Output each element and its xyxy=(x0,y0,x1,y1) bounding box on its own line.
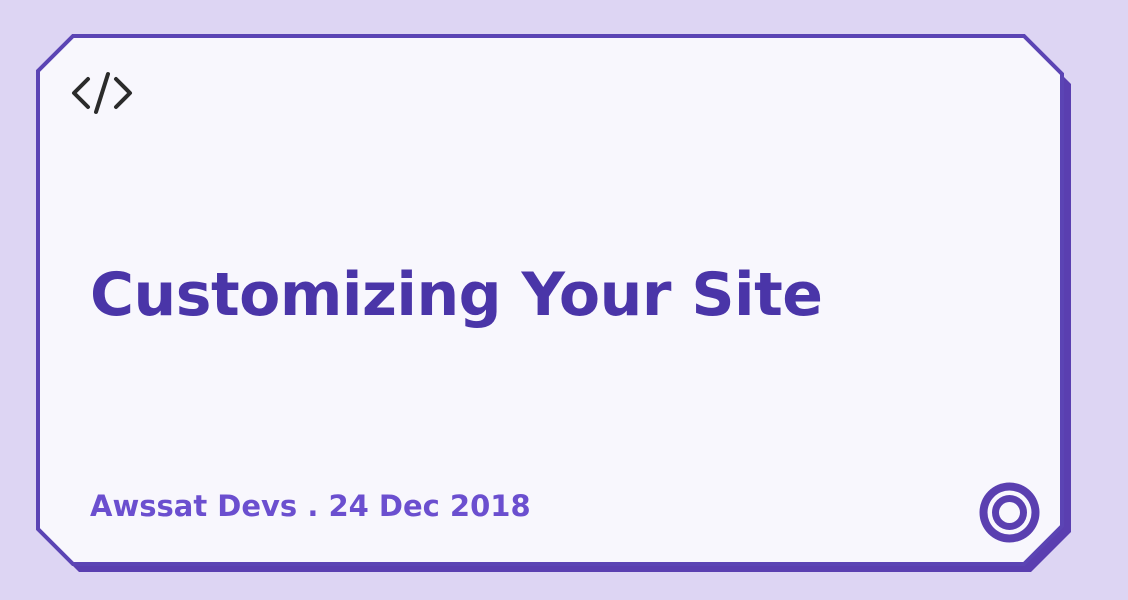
circle-logo-icon xyxy=(979,482,1040,543)
byline: Awssat Devs . 24 Dec 2018 xyxy=(90,489,531,523)
byline-separator: . xyxy=(307,489,319,523)
post-title: Customizing Your Site xyxy=(90,260,823,330)
author-name: Awssat Devs xyxy=(90,489,298,523)
post-date: 24 Dec 2018 xyxy=(328,489,531,523)
code-icon xyxy=(72,72,132,114)
og-card-stage: Customizing Your Site Awssat Devs . 24 D… xyxy=(0,0,1128,600)
